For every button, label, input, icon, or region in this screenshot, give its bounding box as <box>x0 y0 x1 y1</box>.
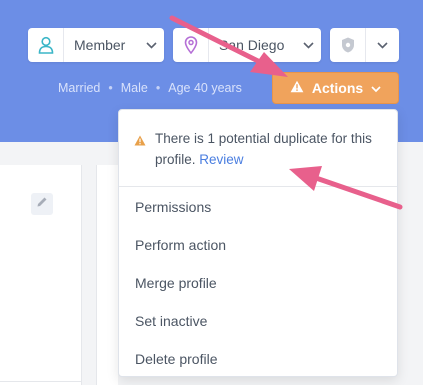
menu-item-perform-action[interactable]: Perform action <box>119 226 397 264</box>
location-select[interactable]: San Diego <box>173 28 321 62</box>
age: Age 40 years <box>168 81 242 95</box>
menu-item-set-inactive[interactable]: Set inactive <box>119 302 397 340</box>
location-select-value: San Diego <box>219 37 285 53</box>
map-pin-icon <box>173 28 209 62</box>
secondary-card <box>96 165 118 385</box>
actions-button[interactable]: Actions <box>272 72 399 104</box>
edit-button[interactable] <box>31 193 53 215</box>
chevron-down-icon <box>366 41 399 49</box>
shield-icon <box>330 28 366 62</box>
menu-item-permissions[interactable]: Permissions <box>119 188 397 226</box>
sex: Male <box>120 81 148 95</box>
review-link[interactable]: Review <box>199 152 243 167</box>
meta-separator: • <box>155 81 161 95</box>
duplicate-notice: There is 1 potential duplicate for this … <box>119 110 397 187</box>
warning-icon <box>290 80 304 96</box>
user-icon <box>28 28 64 62</box>
menu-item-merge-profile[interactable]: Merge profile <box>119 264 397 302</box>
badge-select[interactable] <box>330 28 399 62</box>
actions-dropdown: There is 1 potential duplicate for this … <box>118 109 398 377</box>
chevron-down-icon <box>138 41 164 49</box>
warning-icon <box>134 131 146 152</box>
member-select[interactable]: Member <box>28 28 164 62</box>
marital-status: Married <box>58 81 101 95</box>
actions-label: Actions <box>311 80 364 96</box>
duplicate-notice-text: There is 1 potential duplicate for this … <box>155 131 372 167</box>
member-select-value: Member <box>74 37 126 53</box>
chevron-down-icon <box>295 41 321 49</box>
meta-separator: • <box>108 81 113 95</box>
chevron-down-icon <box>371 80 381 96</box>
divider <box>0 381 82 382</box>
menu-item-delete-profile[interactable]: Delete profile <box>119 340 397 378</box>
profile-meta: Married • Male • Age 40 years <box>58 81 242 95</box>
pencil-icon <box>36 195 48 213</box>
